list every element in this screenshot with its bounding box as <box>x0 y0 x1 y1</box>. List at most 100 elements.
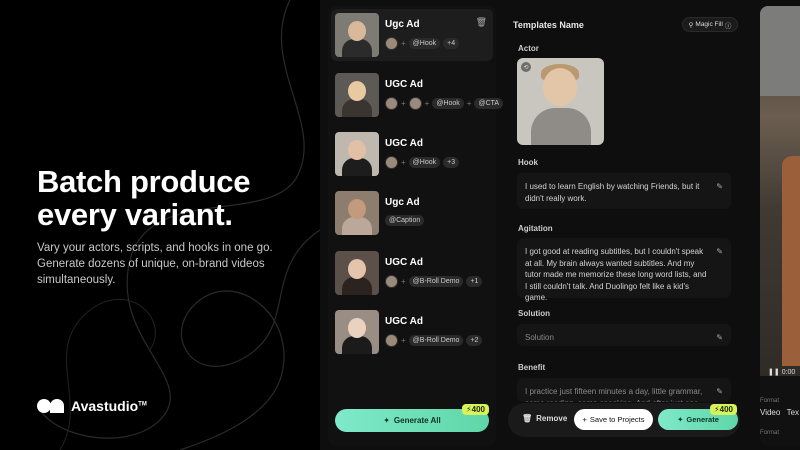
save-label: Save to Projects <box>589 415 645 424</box>
subtext: Vary your actors, scripts, and hooks in … <box>37 242 273 286</box>
thumbnail-head <box>348 21 366 41</box>
thumbnail-head <box>348 318 366 338</box>
playback-time: 0:00 <box>781 369 796 376</box>
plus-separator: + <box>401 99 406 108</box>
variant-item[interactable]: UGC Ad + @Hook +3 <box>331 128 493 180</box>
thumbnail-head <box>348 81 366 101</box>
preview-sky <box>760 6 800 96</box>
thumbnail-body <box>342 99 372 117</box>
variant-item[interactable]: Ugc Ad @Caption <box>331 187 493 239</box>
info-icon: ⓘ <box>724 22 732 30</box>
actor-avatar <box>385 156 398 169</box>
variant-tag: @Hook <box>408 38 441 49</box>
trash-icon: 🗑 <box>522 414 533 423</box>
variant-tags: + @B-Roll Demo +2 <box>385 334 483 347</box>
variant-item[interactable]: UGC Ad + @B-Roll Demo +2 <box>331 306 493 358</box>
playback-controls: ❚❚ 0:00 <box>768 368 795 376</box>
actor-avatar <box>385 275 398 288</box>
generate-credits: 400 <box>719 405 733 414</box>
variants-list: Ugc Ad + @Hook +4 🗑 UGC Ad + + @Hook + @CTA UGC Ad +… <box>328 6 504 446</box>
marketing-panel: Batch produce every variant. Vary your a… <box>0 0 320 450</box>
thumbnail-head <box>348 199 366 219</box>
save-to-projects-button[interactable]: + Save to Projects <box>574 409 653 430</box>
plus-separator: + <box>401 277 406 286</box>
format-text-label: Tex <box>786 408 800 417</box>
link-icon[interactable]: ⟲ <box>521 62 531 72</box>
actor-avatar <box>408 97 422 110</box>
thumbnail-body <box>342 336 372 354</box>
sparkle-icon: ✦ <box>677 415 684 424</box>
brand-name: AvastudioTM <box>71 398 147 414</box>
plus-separator: + <box>401 336 406 345</box>
variant-tag: @CTA <box>474 98 504 109</box>
thumbnail-head <box>348 140 366 160</box>
plus-separator: + <box>466 99 472 108</box>
remove-label: Remove <box>536 414 568 423</box>
benefit-field[interactable]: I practice just fifteen minutes a day, l… <box>517 378 731 402</box>
wand-icon: ⚲ <box>688 21 694 29</box>
variant-count: +3 <box>443 157 460 168</box>
remove-button[interactable]: 🗑 Remove <box>522 414 567 423</box>
edit-icon[interactable]: ✎ <box>716 332 723 344</box>
variant-thumbnail <box>335 251 379 295</box>
benefit-text: I practice just fifteen minutes a day, l… <box>525 387 703 402</box>
hook-text: I used to learn English by watching Frie… <box>525 182 700 203</box>
generate-all-credits: 400 <box>471 405 485 414</box>
variant-item[interactable]: Ugc Ad + @Hook +4 🗑 <box>331 9 493 61</box>
variant-thumbnail <box>335 13 379 57</box>
app-window: Ugc Ad + @Hook +4 🗑 UGC Ad + + @Hook + @CTA UGC Ad +… <box>320 0 800 450</box>
plus-separator: + <box>401 39 406 48</box>
benefit-label: Benefit <box>518 363 546 372</box>
variant-tags: + + @Hook + @CTA <box>385 97 504 110</box>
variant-thumbnail <box>335 132 379 176</box>
variant-tag: @B-Roll Demo <box>408 276 464 287</box>
headline-line-1: Batch produce <box>37 164 251 199</box>
generate-label: Generate <box>686 415 719 424</box>
headline: Batch produce every variant. <box>37 165 307 231</box>
brand-logo-icon <box>37 399 65 413</box>
thumbnail-body <box>342 39 372 57</box>
thumbnail-head <box>348 259 366 279</box>
format-video-option[interactable]: Video Tex <box>760 408 799 417</box>
variant-title: UGC Ad <box>385 316 423 327</box>
generate-all-credits-badge: ⚡400 <box>462 404 489 415</box>
agitation-field[interactable]: I got good at reading subtitles, but I c… <box>517 238 731 302</box>
variant-item[interactable]: UGC Ad + + @Hook + @CTA <box>331 69 504 121</box>
format-label: Format <box>760 398 780 404</box>
agitation-text: I got good at reading subtitles, but I c… <box>525 247 707 302</box>
edit-icon[interactable]: ✎ <box>716 386 723 398</box>
hook-field[interactable]: I used to learn English by watching Frie… <box>517 173 731 209</box>
solution-field[interactable]: Solution ✎ <box>517 324 731 346</box>
variant-count: +2 <box>466 335 483 346</box>
edit-icon[interactable]: ✎ <box>716 246 723 258</box>
variant-tags: @Caption <box>385 215 425 226</box>
variant-tags: + @Hook +3 <box>385 156 460 169</box>
edit-icon[interactable]: ✎ <box>716 181 723 193</box>
magic-fill-button[interactable]: ⚲ Magic Fill ⓘ <box>682 17 738 32</box>
variant-tag: @Hook <box>432 98 464 109</box>
variant-tag: @Hook <box>408 157 441 168</box>
magic-fill-label: Magic Fill <box>695 21 723 28</box>
preview-person <box>782 156 800 366</box>
pause-icon[interactable]: ❚❚ <box>768 369 780 376</box>
actor-avatar <box>385 334 398 347</box>
solution-label: Solution <box>518 309 550 318</box>
thumbnail-body <box>342 158 372 176</box>
brand-trademark: TM <box>138 401 147 408</box>
variant-thumbnail <box>335 73 379 117</box>
action-bar: 🗑 Remove + Save to Projects ✦ Generate <box>508 403 740 437</box>
format-label-2: Format <box>760 430 780 436</box>
plus-separator: + <box>401 158 406 167</box>
brand-text: Avastudio <box>71 398 139 414</box>
sparkle-icon: ✦ <box>383 416 390 425</box>
actor-label: Actor <box>518 44 539 53</box>
delete-variant-icon[interactable]: 🗑 <box>476 17 487 28</box>
actor-body <box>531 108 591 145</box>
actor-image[interactable]: ⟲ <box>517 58 604 145</box>
variant-item[interactable]: UGC Ad + @B-Roll Demo +1 <box>331 247 493 299</box>
variant-thumbnail <box>335 310 379 354</box>
video-preview[interactable]: ❚❚ 0:00 Format Video Tex Format <box>760 6 800 446</box>
variant-title: Ugc Ad <box>385 197 420 208</box>
thumbnail-body <box>342 217 372 235</box>
preview-frame <box>760 6 800 376</box>
